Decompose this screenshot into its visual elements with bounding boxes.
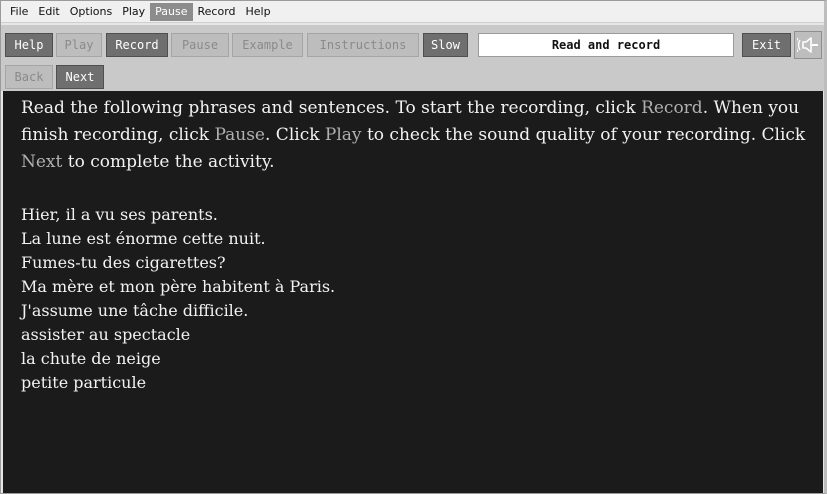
record-button[interactable]: Record (106, 33, 168, 57)
phrase-item: J'assume une tâche difficile. (21, 301, 249, 320)
phrase-item: petite particule (21, 373, 147, 392)
instructions-part: . Click (265, 125, 325, 145)
speaker-icon (797, 37, 818, 53)
navigation-row: Back Next (1, 63, 824, 91)
exit-button[interactable]: Exit (742, 33, 791, 57)
example-button[interactable]: Example (232, 33, 303, 57)
back-button[interactable]: Back (5, 65, 53, 89)
menu-record[interactable]: Record (193, 3, 241, 21)
menu-edit[interactable]: Edit (33, 3, 64, 21)
menu-pause[interactable]: Pause (150, 2, 193, 21)
next-button[interactable]: Next (56, 65, 104, 89)
phrase-item: Fumes-tu des cigarettes? (21, 253, 226, 272)
record-keyword: Record (641, 98, 703, 118)
instructions-part: to complete the activity. (62, 152, 275, 172)
menu-play[interactable]: Play (117, 3, 150, 21)
speaker-button[interactable] (794, 31, 822, 59)
pause-button[interactable]: Pause (171, 33, 229, 57)
activity-title: Read and record (478, 33, 734, 57)
menu-options[interactable]: Options (65, 3, 117, 21)
phrase-item: assister au spectacle (21, 325, 191, 344)
menu-file[interactable]: File (5, 3, 33, 21)
phrase-item: Ma mère et mon père habitent à Paris. (21, 277, 336, 296)
play-button[interactable]: Play (56, 33, 102, 57)
instructions-part: to check the sound quality of your recor… (361, 125, 806, 145)
pause-keyword: Pause (214, 125, 265, 145)
phrase-item: La lune est énorme cette nuit. (21, 229, 266, 248)
phrase-list: Hier, il a vu ses parents. La lune est é… (21, 203, 823, 395)
help-button[interactable]: Help (5, 33, 53, 57)
menu-bar: File Edit Options Play Pause Record Help (1, 1, 824, 23)
app-window: File Edit Options Play Pause Record Help… (0, 0, 827, 494)
slow-button[interactable]: Slow (423, 33, 468, 57)
instructions-button[interactable]: Instructions (307, 33, 419, 57)
activity-content: Read the following phrases and sentences… (3, 91, 823, 493)
toolbar: Help Play Record Pause Example Instructi… (1, 25, 824, 63)
instructions-part: Read the following phrases and sentences… (21, 98, 642, 118)
menu-help[interactable]: Help (241, 3, 276, 21)
instructions-text: Read the following phrases and sentences… (21, 95, 811, 176)
play-keyword: Play (324, 125, 362, 145)
phrase-item: Hier, il a vu ses parents. (21, 205, 218, 224)
next-keyword: Next (21, 152, 63, 172)
phrase-item: la chute de neige (21, 349, 161, 368)
